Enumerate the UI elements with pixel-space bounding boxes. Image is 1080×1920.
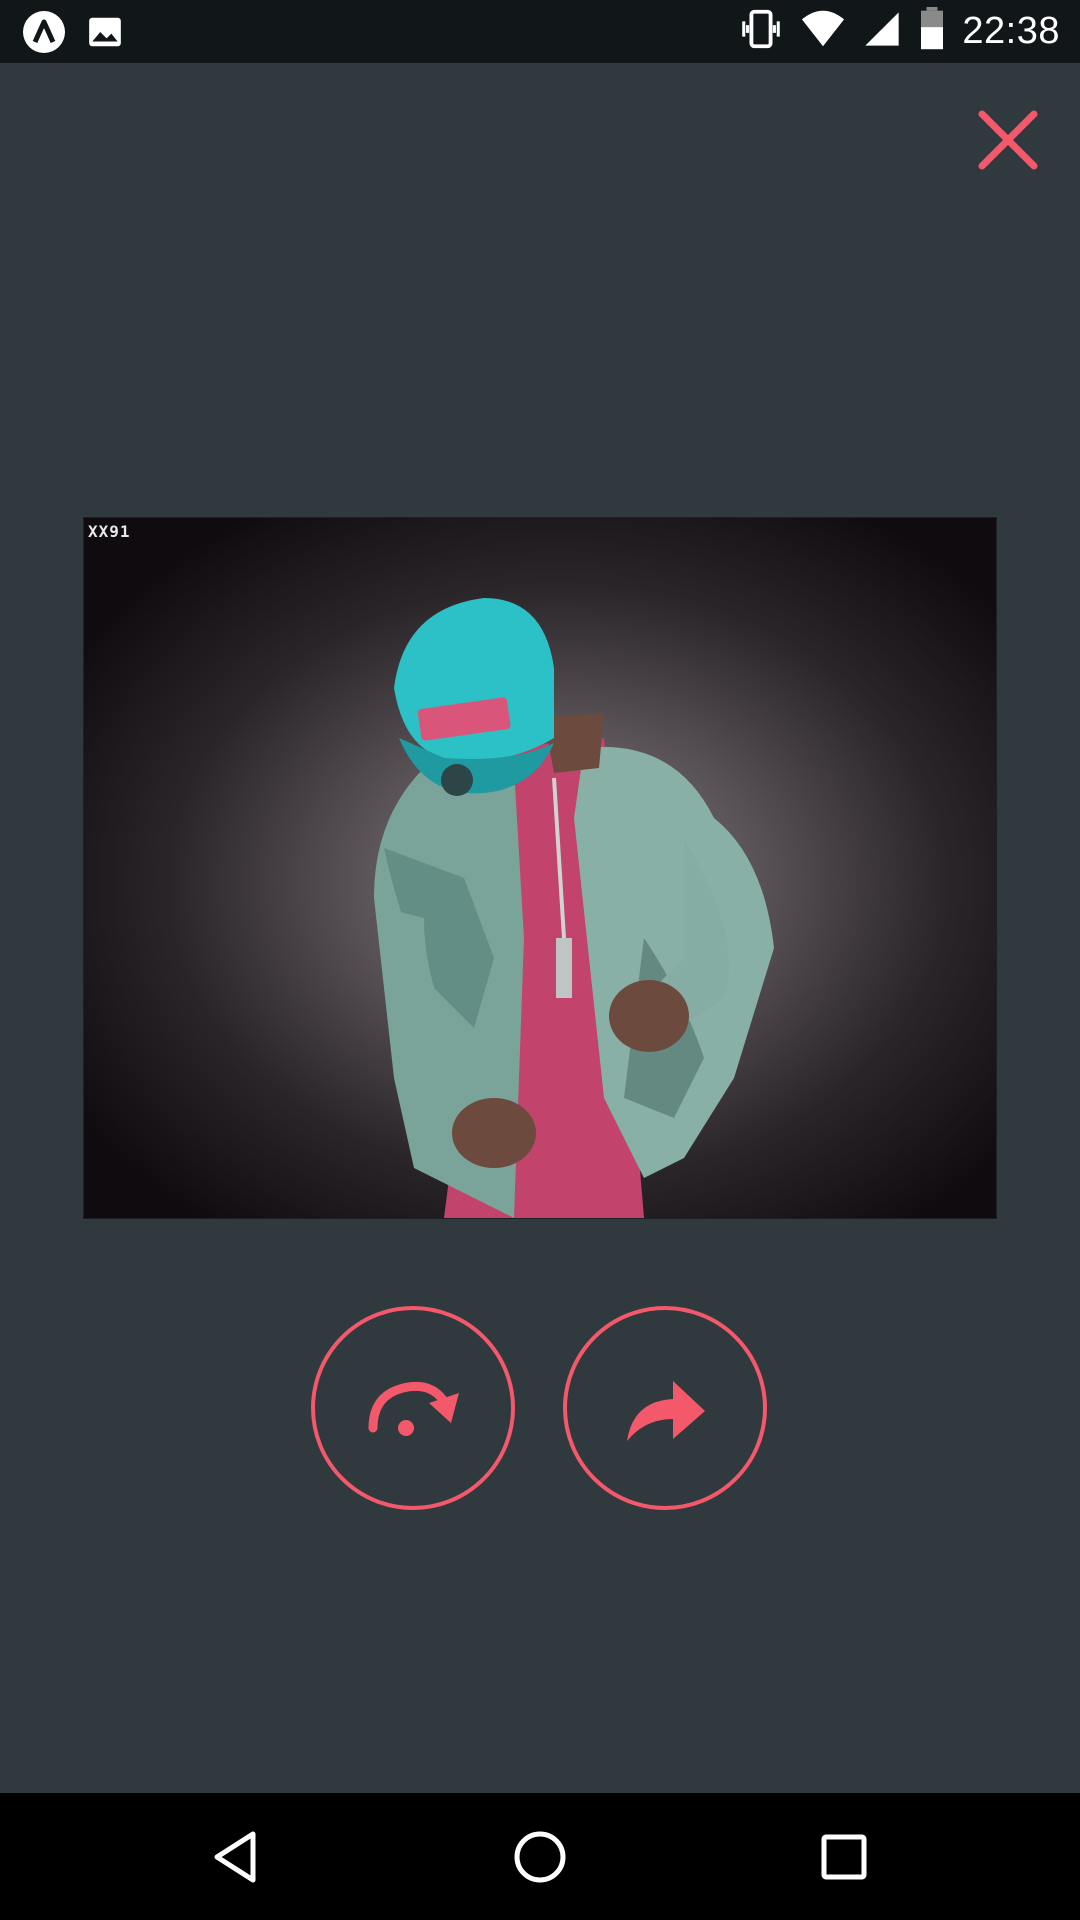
wifi-icon: [800, 6, 846, 56]
home-icon: [514, 1831, 566, 1882]
close-icon: [978, 110, 1038, 170]
status-right: 22:38: [738, 6, 1060, 56]
home-button[interactable]: [480, 1793, 600, 1920]
recents-icon: [821, 1834, 867, 1879]
rotate-icon: [368, 1381, 459, 1436]
share-icon: [627, 1381, 705, 1441]
preview-image: XX91: [84, 518, 996, 1218]
close-button[interactable]: [968, 100, 1048, 180]
status-time: 22:38: [962, 9, 1060, 52]
cell-signal-icon: [862, 9, 902, 53]
app-logo-icon: [22, 10, 66, 58]
status-bar: 22:38: [0, 0, 1080, 63]
battery-icon: [918, 7, 946, 55]
status-left: [22, 10, 124, 58]
back-icon: [214, 1831, 256, 1882]
share-button[interactable]: [563, 1306, 767, 1510]
back-button[interactable]: [176, 1793, 296, 1920]
recents-button[interactable]: [784, 1793, 904, 1920]
navigation-bar: [0, 1793, 1080, 1920]
vibrate-icon: [738, 6, 784, 56]
rotate-button[interactable]: [311, 1306, 515, 1510]
image-notification-icon: [86, 13, 124, 55]
person-illustration: [374, 598, 774, 1218]
